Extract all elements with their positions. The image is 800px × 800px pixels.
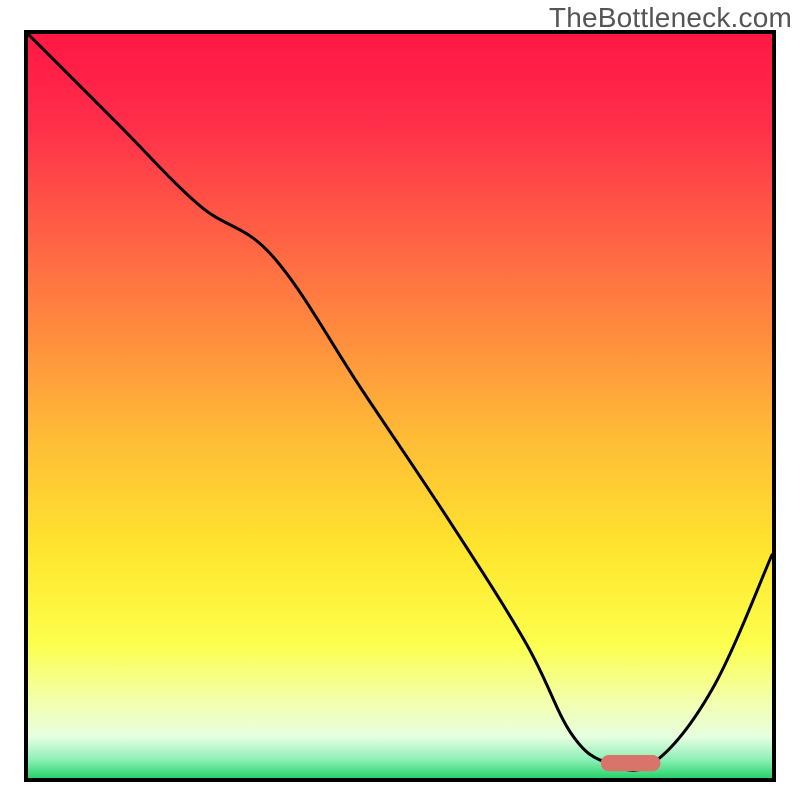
chart-container: TheBottleneck.com xyxy=(0,0,800,800)
optimal-range-marker xyxy=(601,755,661,771)
plot-frame xyxy=(24,30,776,782)
plot-svg xyxy=(28,34,772,778)
